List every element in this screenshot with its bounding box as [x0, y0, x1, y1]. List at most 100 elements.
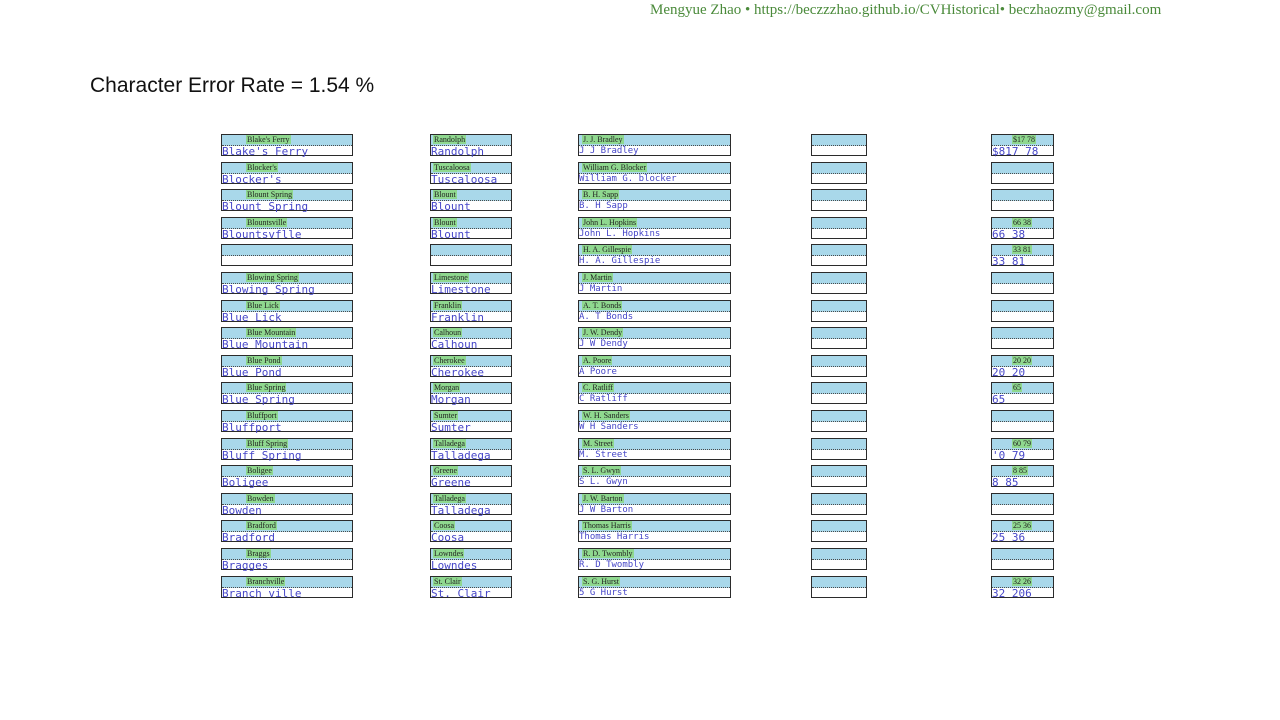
source-text: Coosa: [433, 521, 455, 530]
predicted-text: Blount: [431, 200, 471, 213]
source-text: John L. Hopkins: [582, 218, 638, 227]
predicted-text: 33 81: [992, 255, 1026, 268]
ocr-cell-amount: [991, 162, 1054, 184]
source-text: St. Clair: [433, 577, 462, 586]
ocr-cell-postmaster: M. Street M. Street: [578, 438, 731, 460]
source-text: Blount Spring: [246, 190, 294, 199]
ocr-cell-blank: [811, 134, 867, 156]
source-image-strip: [812, 466, 866, 477]
predicted-text: Blue Pond: [222, 366, 282, 379]
ocr-cell-place: Blue Mountain Blue Mountain: [221, 327, 353, 350]
ocr-cell-blank: [811, 189, 867, 211]
predicted-text: 66 38: [992, 228, 1026, 241]
ocr-cell-postmaster: John L. Hopkins John L. Hopkins: [578, 217, 731, 239]
source-text: R. D. Twombly: [582, 549, 634, 558]
source-image-strip: [992, 301, 1053, 312]
source-image-strip: [992, 163, 1053, 174]
ocr-cell-blank: [811, 520, 867, 542]
source-text: Morgan: [433, 383, 461, 392]
ocr-cell-blank: [811, 438, 867, 460]
source-text: Greene: [433, 466, 459, 475]
source-image-strip: [812, 356, 866, 367]
predicted-text: 20 20: [992, 366, 1026, 379]
ocr-cell-county: Morgan Morgan: [430, 382, 512, 405]
ocr-cell-county: Limestone Limestone: [430, 272, 512, 296]
source-text: Blocker's: [246, 163, 278, 172]
source-text: Bowden: [246, 494, 275, 503]
ocr-cell-amount: [991, 410, 1054, 432]
predicted-text: Blue Spring: [222, 393, 295, 406]
source-text: William G. Blocker: [582, 163, 647, 172]
predicted-text: Talladega: [431, 504, 491, 517]
ocr-cell-postmaster: William G. Blocker William G. blocker: [578, 162, 731, 184]
source-text: Thomas Harris: [582, 521, 632, 530]
ocr-cell-blank: [811, 465, 867, 487]
ocr-cell-county: Randolph Randolph: [430, 134, 512, 158]
ocr-cell-place: Bowden Bowden: [221, 493, 353, 516]
source-image-strip: [812, 439, 866, 450]
source-text: $17 78: [1012, 135, 1036, 144]
ocr-cell-county: Talladega Talladega: [430, 493, 512, 517]
ocr-cell-postmaster: W. H. Sanders W H Sanders: [578, 410, 731, 432]
source-image-strip: [812, 383, 866, 394]
ocr-cell-blank: [811, 217, 867, 239]
source-image-strip: [812, 411, 866, 422]
predicted-text: A Poore: [579, 367, 617, 377]
source-text: H. A. Gillespie: [582, 245, 632, 254]
ocr-cell-county: Franklin Franklin: [430, 300, 512, 323]
source-image-strip: [812, 163, 866, 174]
source-text: J. W. Dendy: [582, 328, 624, 337]
ocr-cell-postmaster: R. D. Twombly R. D Twombly: [578, 548, 731, 570]
predicted-text: Bluff Spring: [222, 449, 302, 462]
predicted-text: Blowing Spring: [222, 283, 315, 296]
ocr-cell-postmaster: B. H. Sapp B. H Sapp: [578, 189, 731, 211]
predicted-text: Randolph: [431, 145, 484, 158]
ocr-cell-place: Branchville Branch ville: [221, 576, 353, 599]
source-text: 20 20: [1012, 356, 1032, 365]
predicted-text: Blount Spring: [222, 200, 309, 213]
predicted-text: J J Bradley: [579, 146, 639, 156]
ocr-cell-postmaster: S. L. Gwyn S L. Gwyn: [578, 465, 731, 487]
ocr-cell-postmaster: A. T. Bonds A. T Bonds: [578, 300, 731, 322]
page-title: Character Error Rate = 1.54 %: [90, 74, 375, 97]
predicted-text: Lowndes: [431, 559, 478, 572]
ocr-cell-place: [221, 244, 353, 266]
predicted-text: Blue Lick: [222, 311, 282, 324]
source-text: Talladega: [433, 494, 466, 503]
source-text: Blount: [433, 218, 457, 227]
ocr-cell-amount: [991, 272, 1054, 294]
predicted-text: St. Clair: [431, 587, 491, 600]
ocr-cell-postmaster: H. A. Gillespie H. A. Gillespie: [578, 244, 731, 266]
source-text: B. H. Sapp: [582, 190, 620, 199]
ocr-cell-place: Bluffport Bluffport: [221, 410, 353, 434]
source-text: Cherokee: [433, 356, 466, 365]
source-text: Limestone: [433, 273, 469, 282]
source-text: Calhoun: [433, 328, 463, 337]
ocr-cell-place: Blountsville Blountsvflle: [221, 217, 353, 240]
source-text: Blue Spring: [246, 383, 287, 392]
predicted-text: Limestone: [431, 283, 491, 296]
ocr-cell-postmaster: J. J. Bradley J J Bradley: [578, 134, 731, 156]
ocr-cell-place: Bradford Bradford: [221, 520, 353, 544]
predicted-text: Greene: [431, 476, 471, 489]
predicted-text: Bluffport: [222, 421, 282, 434]
ocr-cell-county: Calhoun Calhoun: [430, 327, 512, 350]
ocr-cell-amount: 20 20 20 20: [991, 355, 1054, 379]
source-text: Blake's Ferry: [246, 135, 291, 144]
predicted-text: Sumter: [431, 421, 471, 434]
predicted-text: Bradford: [222, 531, 275, 544]
ocr-cell-county: St. Clair St. Clair: [430, 576, 512, 600]
ocr-cell-county: [430, 244, 512, 266]
ocr-cell-county: Blount Blount: [430, 217, 512, 240]
source-text: J. Martin: [582, 273, 613, 282]
source-text: Blowing Spring: [246, 273, 299, 282]
source-text: 66 38: [1012, 218, 1032, 227]
ocr-cell-blank: [811, 576, 867, 598]
source-text: 8 85: [1012, 466, 1028, 475]
ocr-cell-amount: [991, 548, 1054, 570]
ocr-cell-blank: [811, 327, 867, 349]
ocr-cell-blank: [811, 355, 867, 377]
ocr-cell-amount: 8 85 8 85: [991, 465, 1054, 488]
predicted-text: S L. Gwyn: [579, 477, 628, 487]
source-image-strip: [812, 135, 866, 146]
